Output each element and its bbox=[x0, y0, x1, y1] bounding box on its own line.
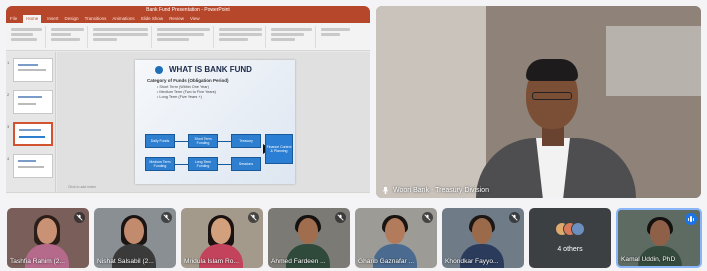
pin-icon[interactable] bbox=[382, 187, 389, 194]
background-window bbox=[606, 26, 701, 96]
mic-off-icon bbox=[248, 212, 259, 223]
slide-thumbnail[interactable] bbox=[13, 58, 53, 82]
participant-tile[interactable]: Ahmed Fardeen ... bbox=[268, 208, 350, 268]
ribbon-toolbar bbox=[6, 23, 370, 51]
participant-tile[interactable]: Gharib Gaznafar ... bbox=[355, 208, 437, 268]
participant-tile[interactable]: Mridula Islam Ro... bbox=[181, 208, 263, 268]
participant-tile[interactable]: Tashfia Rahim (2... bbox=[7, 208, 89, 268]
ribbon-tab-insert[interactable]: Insert bbox=[47, 15, 58, 23]
slides-group[interactable] bbox=[48, 26, 88, 48]
box-long-term: Long Term Funding bbox=[188, 157, 218, 171]
voice-group[interactable] bbox=[318, 26, 366, 48]
slide-thumbnail[interactable] bbox=[13, 154, 53, 178]
ribbon-tab-slide-show[interactable]: Slide Show bbox=[141, 15, 164, 23]
slide-number: 3 bbox=[7, 124, 10, 129]
font-group[interactable] bbox=[90, 26, 152, 48]
slide-number: 1 bbox=[7, 60, 10, 65]
slide-bullet-list: Short Term (Within One Year) Medium Term… bbox=[157, 85, 216, 100]
speaker-name: Woori Bank - Treasury Division bbox=[393, 187, 489, 194]
current-slide[interactable]: WHAT IS BANK FUND Category of Funds (Obl… bbox=[135, 60, 295, 184]
speaking-indicator-icon bbox=[685, 213, 697, 225]
slide-number: 2 bbox=[7, 92, 10, 97]
box-finance-control: Finance Control & Planning bbox=[265, 134, 293, 164]
notes-placeholder[interactable]: Click to add notes bbox=[68, 185, 96, 189]
slide-thumbnail-pane: 1 2 3 4 bbox=[6, 52, 56, 192]
slide-bullet: Long Term (Five Years +) bbox=[157, 95, 216, 100]
participant-name: Mridula Islam Ro... bbox=[184, 258, 239, 265]
window-title: Bank Fund Presentation - PowerPoint bbox=[146, 7, 230, 13]
mic-off-icon bbox=[335, 212, 346, 223]
participant-name: Nishat Salsabil (2... bbox=[97, 258, 154, 265]
participant-name: Tashfia Rahim (2... bbox=[10, 258, 65, 265]
drawing-group[interactable] bbox=[216, 26, 266, 48]
active-participant-tile[interactable]: Kamal Uddin, PhD bbox=[616, 208, 702, 268]
bank-logo-icon bbox=[155, 66, 163, 74]
speaker-glasses bbox=[532, 92, 572, 100]
participant-name: Kamal Uddin, PhD bbox=[621, 256, 676, 263]
ribbon-tab-view[interactable]: View bbox=[190, 15, 200, 23]
slide-title: WHAT IS BANK FUND bbox=[169, 65, 252, 74]
background-wall bbox=[376, 6, 486, 198]
speaker-video-tile[interactable]: Woori Bank - Treasury Division bbox=[376, 6, 701, 198]
clipboard-group[interactable] bbox=[8, 26, 46, 48]
ribbon-tab-design[interactable]: Design bbox=[65, 15, 79, 23]
slide-number: 4 bbox=[7, 156, 10, 161]
slide-thumbnail[interactable] bbox=[13, 90, 53, 114]
ribbon-tab-file[interactable]: File bbox=[10, 15, 17, 23]
participant-name: Gharib Gaznafar ... bbox=[358, 258, 415, 265]
ribbon-tabs: File Home Insert Design Transitions Anim… bbox=[6, 15, 370, 23]
participant-tile[interactable]: Khondkar Fayyo... bbox=[442, 208, 524, 268]
others-avatars bbox=[555, 222, 585, 240]
ribbon-tab-home[interactable]: Home bbox=[23, 15, 42, 23]
speaker-hair bbox=[526, 59, 578, 81]
ribbon-tab-animations[interactable]: Animations bbox=[112, 15, 134, 23]
mic-off-icon bbox=[422, 212, 433, 223]
slide-editing-canvas: WHAT IS BANK FUND Category of Funds (Obl… bbox=[57, 52, 370, 192]
participant-name: Ahmed Fardeen ... bbox=[271, 258, 326, 265]
ribbon-tab-review[interactable]: Review bbox=[169, 15, 184, 23]
paragraph-group[interactable] bbox=[154, 26, 214, 48]
mic-off-icon bbox=[509, 212, 520, 223]
box-medium-term: Medium Term Funding bbox=[145, 157, 175, 171]
participant-name: Khondkar Fayyo... bbox=[445, 258, 499, 265]
avatar bbox=[571, 222, 585, 236]
slide-thumbnail-selected[interactable] bbox=[13, 122, 53, 146]
editing-group[interactable] bbox=[268, 26, 316, 48]
participant-tile[interactable]: Nishat Salsabil (2... bbox=[94, 208, 176, 268]
ribbon-tab-transitions[interactable]: Transitions bbox=[85, 15, 107, 23]
slide-category-heading: Category of Funds (Obligation Period) bbox=[147, 78, 229, 83]
others-count: 4 others bbox=[557, 246, 583, 253]
status-bar bbox=[6, 192, 370, 198]
mic-off-icon bbox=[74, 212, 85, 223]
mic-off-icon bbox=[161, 212, 172, 223]
box-treasury: Treasury bbox=[231, 134, 261, 148]
powerpoint-title-bar: Bank Fund Presentation - PowerPoint bbox=[6, 6, 370, 15]
speaker-nameplate: Woori Bank - Treasury Division bbox=[382, 187, 489, 194]
box-short-term: Short Term Funding bbox=[188, 134, 218, 148]
screen-share-tile[interactable]: Bank Fund Presentation - PowerPoint File… bbox=[6, 6, 370, 198]
box-daily-funds: Daily Funds bbox=[145, 134, 175, 148]
box-sessions: Sessions bbox=[231, 157, 261, 171]
others-tile[interactable]: 4 others bbox=[529, 208, 611, 268]
